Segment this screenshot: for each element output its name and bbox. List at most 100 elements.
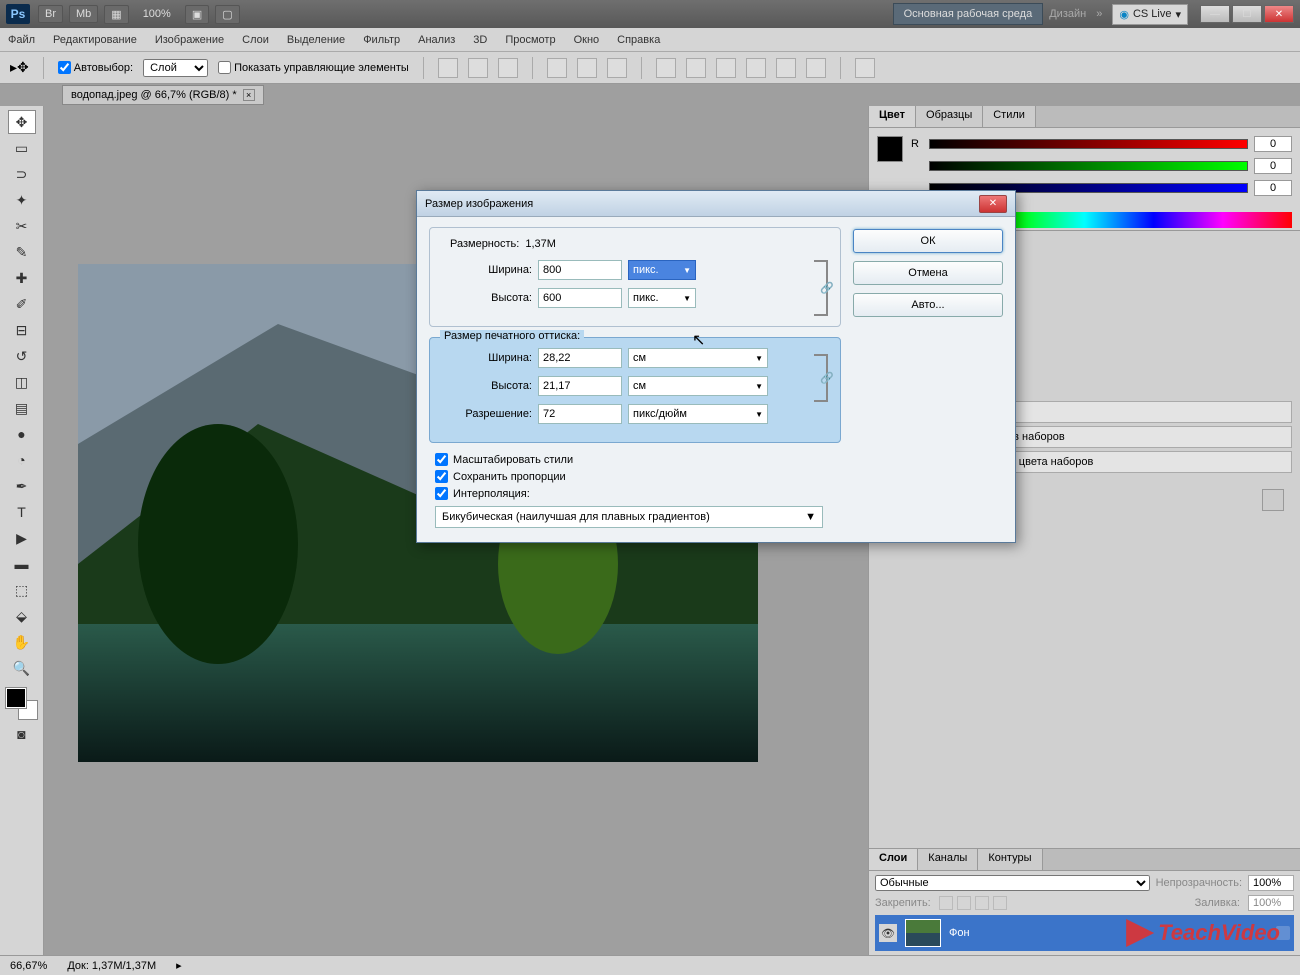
distribute-icon[interactable] xyxy=(686,58,706,78)
menu-select[interactable]: Выделение xyxy=(287,34,345,46)
tab-color[interactable]: Цвет xyxy=(869,106,916,127)
zoom-level[interactable]: 100% xyxy=(143,8,171,20)
height-px-input[interactable] xyxy=(538,288,622,308)
marquee-tool[interactable]: ▭ xyxy=(8,136,36,160)
window-minimize-button[interactable]: — xyxy=(1200,5,1230,23)
distribute-icon[interactable] xyxy=(656,58,676,78)
hand-tool[interactable]: ✋ xyxy=(8,630,36,654)
color-swatches[interactable] xyxy=(6,688,38,720)
r-value[interactable]: 0 xyxy=(1254,136,1292,152)
workspace-active-button[interactable]: Основная рабочая среда xyxy=(893,3,1044,25)
minibridge-icon[interactable]: Mb xyxy=(69,5,98,23)
tab-channels[interactable]: Каналы xyxy=(918,849,978,870)
tab-swatches[interactable]: Образцы xyxy=(916,106,983,127)
workspace-more-icon[interactable]: » xyxy=(1096,8,1102,20)
lock-position-icon[interactable] xyxy=(975,896,989,910)
stamp-tool[interactable]: ⊟ xyxy=(8,318,36,342)
color-preview-swatch[interactable] xyxy=(877,136,903,162)
height-cm-unit-select[interactable]: см▼ xyxy=(628,376,768,396)
menu-edit[interactable]: Редактирование xyxy=(53,34,137,46)
document-tab[interactable]: водопад.jpeg @ 66,7% (RGB/8) * × xyxy=(62,85,264,105)
menu-view[interactable]: Просмотр xyxy=(505,34,555,46)
menu-layer[interactable]: Слои xyxy=(242,34,269,46)
blur-tool[interactable]: ● xyxy=(8,422,36,446)
align-icon[interactable] xyxy=(498,58,518,78)
cslive-button[interactable]: ◉CS Live▾ xyxy=(1112,4,1188,25)
panel-icon[interactable] xyxy=(1262,489,1284,511)
menu-filter[interactable]: Фильтр xyxy=(363,34,400,46)
lock-transparency-icon[interactable] xyxy=(939,896,953,910)
width-cm-input[interactable] xyxy=(538,348,622,368)
align-icon[interactable] xyxy=(438,58,458,78)
status-arrow-icon[interactable]: ▸ xyxy=(176,959,182,972)
link-icon[interactable]: 🔗 xyxy=(820,282,834,295)
ok-button[interactable]: ОК xyxy=(853,229,1003,253)
autoselect-checkbox[interactable]: Автовыбор: xyxy=(58,61,133,74)
eyedropper-tool[interactable]: ✎ xyxy=(8,240,36,264)
tab-styles[interactable]: Стили xyxy=(983,106,1036,127)
width-px-input[interactable] xyxy=(538,260,622,280)
arrange-icon[interactable]: ▣ xyxy=(185,5,209,24)
gradient-tool[interactable]: ▤ xyxy=(8,396,36,420)
status-doc[interactable]: Док: 1,37M/1,37M xyxy=(67,960,156,972)
healing-tool[interactable]: ✚ xyxy=(8,266,36,290)
window-maximize-button[interactable]: ☐ xyxy=(1232,5,1262,23)
status-zoom[interactable]: 66,67% xyxy=(10,960,47,972)
link-icon[interactable]: 🔗 xyxy=(820,372,834,385)
tab-layers[interactable]: Слои xyxy=(869,849,918,870)
quickmask-tool[interactable]: ◙ xyxy=(8,722,36,746)
crop-tool[interactable]: ✂ xyxy=(8,214,36,238)
menu-help[interactable]: Справка xyxy=(617,34,660,46)
screenmode-icon[interactable]: ▢ xyxy=(215,5,239,24)
show-controls-checkbox[interactable]: Показать управляющие элементы xyxy=(218,61,409,74)
wand-tool[interactable]: ✦ xyxy=(8,188,36,212)
height-unit-select[interactable]: пикс.▼ xyxy=(628,288,696,308)
menu-image[interactable]: Изображение xyxy=(155,34,224,46)
tab-paths[interactable]: Контуры xyxy=(978,849,1042,870)
distribute-icon[interactable] xyxy=(776,58,796,78)
g-value[interactable]: 0 xyxy=(1254,158,1292,174)
brush-tool[interactable]: ✐ xyxy=(8,292,36,316)
visibility-icon[interactable]: 👁 xyxy=(879,924,897,942)
shape-tool[interactable]: ▬ xyxy=(8,552,36,576)
bridge-icon[interactable]: Br xyxy=(38,5,63,23)
align-icon[interactable] xyxy=(577,58,597,78)
autoselect-target-select[interactable]: Слой xyxy=(143,59,208,77)
resolution-input[interactable] xyxy=(538,404,622,424)
auto-button[interactable]: Авто... xyxy=(853,293,1003,317)
lock-pixels-icon[interactable] xyxy=(957,896,971,910)
menu-file[interactable]: Файл xyxy=(8,34,35,46)
distribute-icon[interactable] xyxy=(806,58,826,78)
lasso-tool[interactable]: ⊃ xyxy=(8,162,36,186)
interpolation-select[interactable]: Бикубическая (наилучшая для плавных град… xyxy=(435,506,823,528)
3d-camera-tool[interactable]: ⬙ xyxy=(8,604,36,628)
type-tool[interactable]: T xyxy=(8,500,36,524)
blend-mode-select[interactable]: Обычные xyxy=(875,875,1150,891)
resolution-unit-select[interactable]: пикс/дюйм▼ xyxy=(628,404,768,424)
b-value[interactable]: 0 xyxy=(1254,180,1292,196)
menu-3d[interactable]: 3D xyxy=(473,34,487,46)
path-tool[interactable]: ▶ xyxy=(8,526,36,550)
dodge-tool[interactable]: ◔ xyxy=(8,448,36,472)
width-cm-unit-select[interactable]: см▼ xyxy=(628,348,768,368)
eraser-tool[interactable]: ◫ xyxy=(8,370,36,394)
scale-styles-checkbox[interactable] xyxy=(435,453,448,466)
window-close-button[interactable]: ✕ xyxy=(1264,5,1294,23)
dialog-close-button[interactable]: ✕ xyxy=(979,195,1007,213)
g-slider[interactable] xyxy=(929,161,1248,171)
auto-align-icon[interactable] xyxy=(855,58,875,78)
height-cm-input[interactable] xyxy=(538,376,622,396)
align-icon[interactable] xyxy=(547,58,567,78)
constrain-checkbox[interactable] xyxy=(435,470,448,483)
fill-value[interactable]: 100% xyxy=(1248,895,1294,911)
view-extras-icon[interactable]: ▦ xyxy=(104,5,128,24)
lock-all-icon[interactable] xyxy=(993,896,1007,910)
distribute-icon[interactable] xyxy=(716,58,736,78)
cancel-button[interactable]: Отмена xyxy=(853,261,1003,285)
zoom-tool[interactable]: 🔍 xyxy=(8,656,36,680)
move-tool[interactable]: ✥ xyxy=(8,110,36,134)
align-icon[interactable] xyxy=(607,58,627,78)
tab-close-icon[interactable]: × xyxy=(243,89,255,101)
distribute-icon[interactable] xyxy=(746,58,766,78)
3d-tool[interactable]: ⬚ xyxy=(8,578,36,602)
